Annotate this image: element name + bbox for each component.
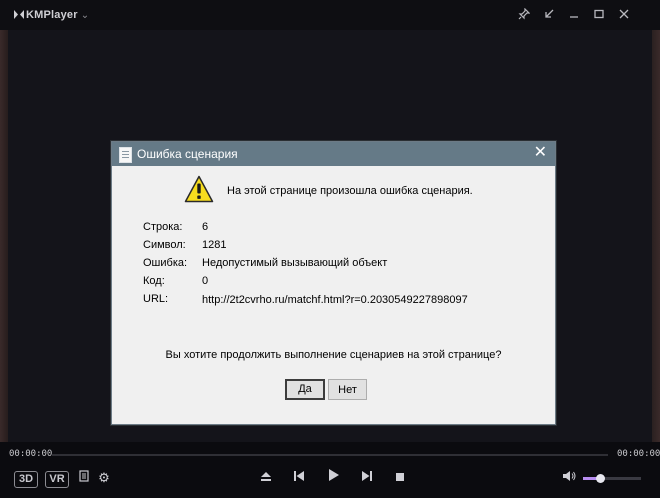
script-error-dialog: Ошибка сценария ✕ На этой странице произ…: [111, 141, 556, 425]
field-value: Недопустимый вызывающий объект: [202, 257, 388, 269]
dialog-title: Ошибка сценария: [137, 147, 238, 161]
warning-icon: [184, 175, 214, 203]
stop-icon[interactable]: [393, 468, 407, 488]
volume-knob[interactable]: [596, 474, 606, 483]
maximize-icon[interactable]: [591, 8, 607, 24]
field-value: 0: [202, 275, 209, 287]
title-bar[interactable]: KMPlayer ⌄: [0, 0, 660, 30]
chevron-down-icon[interactable]: ⌄: [81, 10, 90, 21]
next-icon[interactable]: [359, 468, 375, 488]
previous-icon[interactable]: [291, 468, 307, 488]
minimize-icon[interactable]: [566, 8, 582, 24]
dialog-title-bar[interactable]: Ошибка сценария ✕: [112, 142, 555, 166]
field-char: Символ: 1281: [143, 239, 226, 251]
3d-button[interactable]: 3D: [14, 471, 38, 488]
app-logo[interactable]: KMPlayer ⌄: [14, 9, 89, 21]
field-label: URL:: [143, 293, 169, 305]
field-error: Ошибка: Недопустимый вызывающий объект: [143, 257, 387, 269]
app-title: KMPlayer: [26, 9, 78, 21]
field-label: Строка:: [143, 221, 183, 233]
total-time: 00:00:00: [617, 449, 660, 459]
shrink-icon[interactable]: [541, 8, 557, 24]
field-value: http://2t2cvrho.ru/matchf.html?r=0.20305…: [202, 294, 468, 306]
field-url: URL: http://2t2cvrho.ru/matchf.html?r=0.…: [143, 293, 468, 306]
field-value: 1281: [202, 239, 227, 251]
pin-icon[interactable]: [516, 7, 532, 24]
eject-icon[interactable]: [258, 468, 274, 488]
volume-slider[interactable]: [583, 474, 641, 483]
field-label: Символ:: [143, 239, 186, 251]
field-line: Строка: 6: [143, 221, 208, 233]
yes-button[interactable]: Да: [285, 379, 325, 400]
current-time: 00:00:00: [9, 449, 53, 459]
control-bar: 00:00:00 00:00:00 3D VR ⚙: [0, 442, 660, 498]
kmplayer-logo-icon: [14, 10, 24, 19]
document-icon: [119, 147, 132, 163]
continue-question: Вы хотите продолжить выполнение сценарие…: [165, 349, 502, 361]
vr-button[interactable]: VR: [45, 471, 69, 488]
player-window: KMPlayer ⌄ Ошибка сценария ✕ На этой стр…: [0, 0, 660, 498]
error-message: На этой странице произошла ошибка сценар…: [227, 185, 473, 197]
play-icon[interactable]: [326, 468, 342, 488]
field-label: Код:: [143, 275, 165, 287]
no-button[interactable]: Нет: [328, 379, 367, 400]
close-icon[interactable]: [616, 8, 632, 24]
field-code: Код: 0: [143, 275, 208, 287]
playlist-icon[interactable]: [77, 468, 91, 488]
field-label: Ошибка:: [143, 257, 188, 269]
settings-icon[interactable]: ⚙: [96, 468, 112, 488]
field-value: 6: [202, 221, 209, 233]
volume-icon[interactable]: [561, 468, 577, 488]
seek-bar[interactable]: [52, 454, 608, 456]
dialog-close-icon[interactable]: ✕: [534, 144, 547, 162]
